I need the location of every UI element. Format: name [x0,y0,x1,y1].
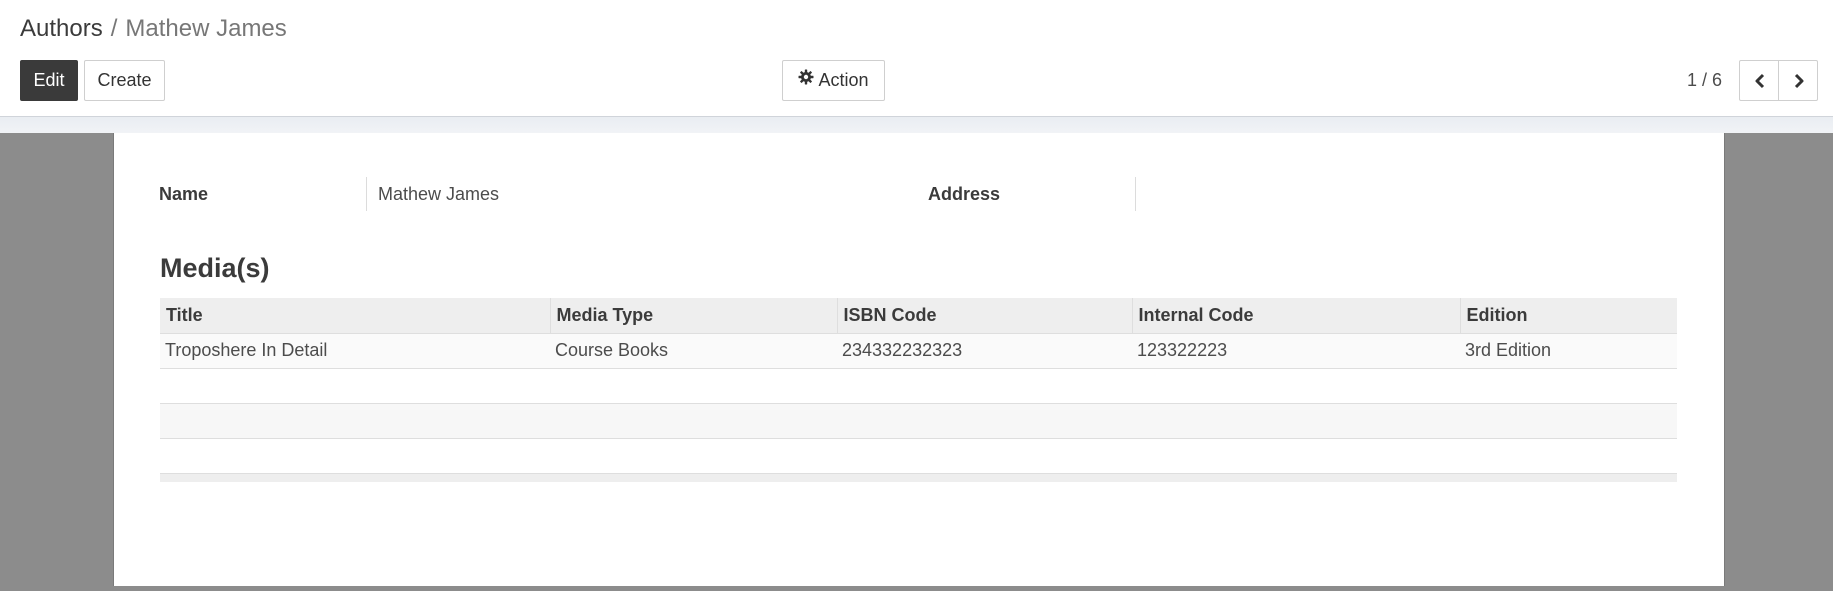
table-header-row: Title Media Type ISBN Code Internal Code… [160,298,1677,334]
control-panel-shadow [0,117,1833,133]
chevron-right-icon [1794,73,1804,89]
cell-isbn-code: 234332232323 [837,333,1132,369]
cell-edition: 3rd Edition [1460,333,1677,369]
create-button[interactable]: Create [84,60,165,101]
action-button-label: Action [818,70,869,90]
breadcrumb: Authors / Mathew James [20,14,287,44]
column-header-edition[interactable]: Edition [1459,298,1677,334]
empty-table-row [160,368,1677,404]
cell-internal-code: 123322223 [1132,333,1460,369]
breadcrumb-authors-link[interactable]: Authors [20,15,103,42]
name-label: Name [159,184,209,204]
table-footer-row [160,473,1677,482]
column-header-internal-code[interactable]: Internal Code [1131,298,1460,334]
address-field [1135,177,1635,211]
column-header-isbn-code[interactable]: ISBN Code [836,298,1132,334]
empty-table-row [160,438,1677,474]
cell-media-type: Course Books [550,333,837,369]
empty-table-row [160,403,1677,439]
column-header-media-type[interactable]: Media Type [549,298,837,334]
control-panel: Authors / Mathew James Edit Create Action … [0,0,1833,117]
cell-title: Troposhere In Detail [160,333,550,369]
pager-next-button[interactable] [1778,60,1818,101]
name-field: Mathew James [366,177,866,211]
media-table: Title Media Type ISBN Code Internal Code… [160,298,1677,482]
chevron-left-icon [1755,73,1765,89]
gear-icon [798,60,814,99]
pager-previous-button[interactable] [1739,60,1779,101]
address-label: Address [928,184,1001,204]
table-row[interactable]: Troposhere In Detail Course Books 234332… [160,333,1677,369]
column-header-title[interactable]: Title [160,298,550,334]
pager-value[interactable]: 1 / 6 [1670,60,1722,101]
action-button[interactable]: Action [782,60,885,101]
form-sheet: Name Mathew James Address Media(s) Title… [113,133,1725,586]
media-section-title: Media(s) [160,253,270,283]
breadcrumb-current: Mathew James [125,15,287,42]
edit-button[interactable]: Edit [20,60,78,101]
breadcrumb-separator: / [110,15,118,42]
